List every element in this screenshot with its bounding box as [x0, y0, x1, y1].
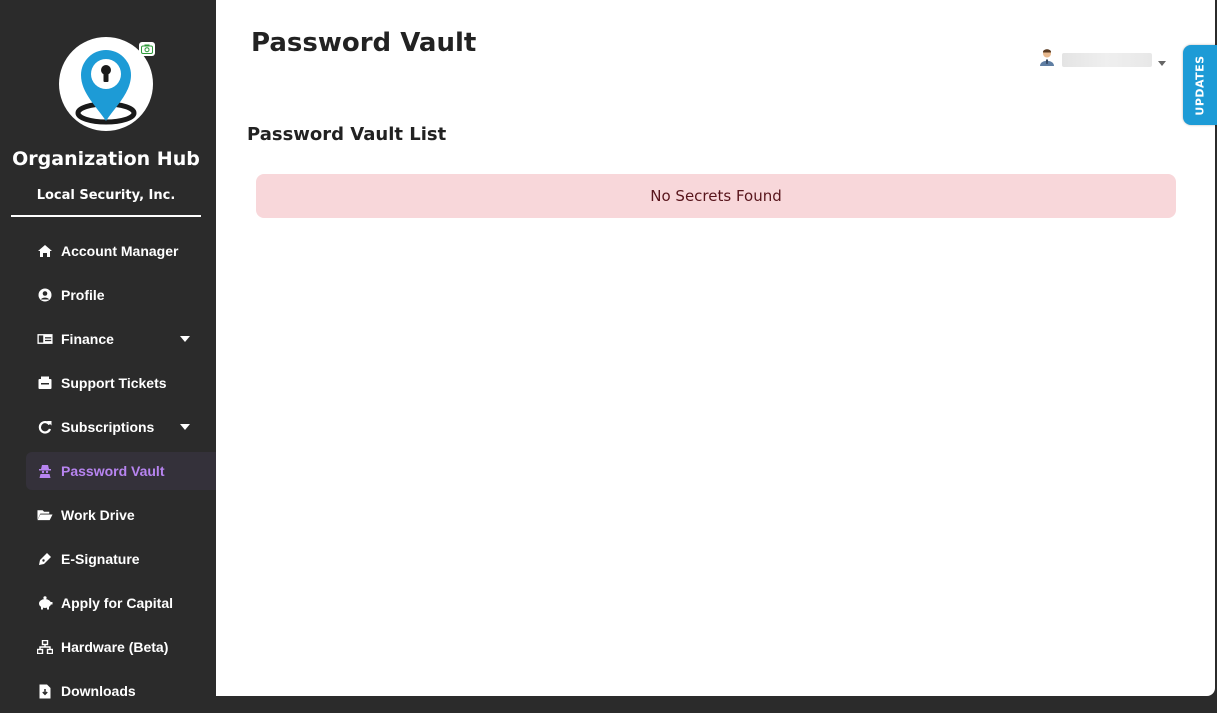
updates-tab[interactable]: UPDATES [1183, 45, 1217, 125]
sidebar-item-work-drive[interactable]: Work Drive [26, 496, 216, 534]
file-download-icon [37, 683, 53, 699]
sidebar-item-label: Profile [61, 287, 105, 303]
sidebar-item-support-tickets[interactable]: Support Tickets [26, 364, 216, 402]
sidebar-item-label: Account Manager [61, 243, 179, 259]
updates-tab-label: UPDATES [1193, 54, 1207, 116]
sidebar-item-label: Downloads [61, 683, 136, 699]
sidebar-item-label: Support Tickets [61, 375, 167, 391]
ticket-icon [37, 375, 53, 391]
page-title: Password Vault [251, 28, 477, 58]
sidebar-item-password-vault[interactable]: Password Vault [26, 452, 216, 490]
sidebar-item-hardware-beta[interactable]: Hardware (Beta) [26, 628, 216, 666]
chevron-down-icon[interactable] [180, 336, 190, 342]
home-icon [37, 243, 53, 259]
refresh-icon [37, 419, 53, 435]
money-icon [37, 331, 53, 347]
sidebar-item-apply-for-capital[interactable]: Apply for Capital [26, 584, 216, 622]
sidebar-item-label: Work Drive [61, 507, 135, 523]
org-subtitle: Local Security, Inc. [36, 188, 176, 203]
sidebar-item-subscriptions[interactable]: Subscriptions [26, 408, 216, 446]
user-avatar-icon [1038, 48, 1056, 71]
org-title: Organization Hub [12, 148, 200, 170]
piggy-bank-icon [37, 595, 53, 611]
sidebar-item-label: Finance [61, 331, 114, 347]
sidebar: Organization Hub Local Security, Inc. Ac… [0, 0, 216, 713]
section-title: Password Vault List [247, 124, 447, 145]
change-logo-camera-icon[interactable] [139, 42, 155, 56]
divider [11, 215, 201, 217]
sidebar-item-e-signature[interactable]: E-Signature [26, 540, 216, 578]
user-menu[interactable] [1038, 48, 1166, 71]
network-icon [37, 639, 53, 655]
sidebar-item-label: E-Signature [61, 551, 140, 567]
sidebar-nav: Account Manager Profile Finance Support … [26, 232, 216, 713]
user-name-redacted [1062, 52, 1152, 67]
main-panel: Password Vault Password Vault List No Se… [216, 0, 1215, 696]
sidebar-item-label: Hardware (Beta) [61, 639, 169, 655]
sidebar-item-label: Subscriptions [61, 419, 155, 435]
empty-state-alert: No Secrets Found [256, 174, 1176, 218]
sidebar-item-profile[interactable]: Profile [26, 276, 216, 314]
chevron-down-icon[interactable] [1158, 61, 1166, 66]
folder-open-icon [37, 507, 53, 523]
sidebar-item-label: Password Vault [61, 463, 165, 479]
empty-state-message: No Secrets Found [650, 187, 782, 205]
sidebar-item-finance[interactable]: Finance [26, 320, 216, 358]
user-secret-icon [37, 463, 53, 479]
sidebar-item-account-manager[interactable]: Account Manager [26, 232, 216, 270]
user-circle-icon [37, 287, 53, 303]
sidebar-item-downloads[interactable]: Downloads [26, 672, 216, 710]
sidebar-item-label: Apply for Capital [61, 595, 174, 611]
chevron-down-icon[interactable] [180, 424, 190, 430]
pen-icon [37, 551, 53, 567]
